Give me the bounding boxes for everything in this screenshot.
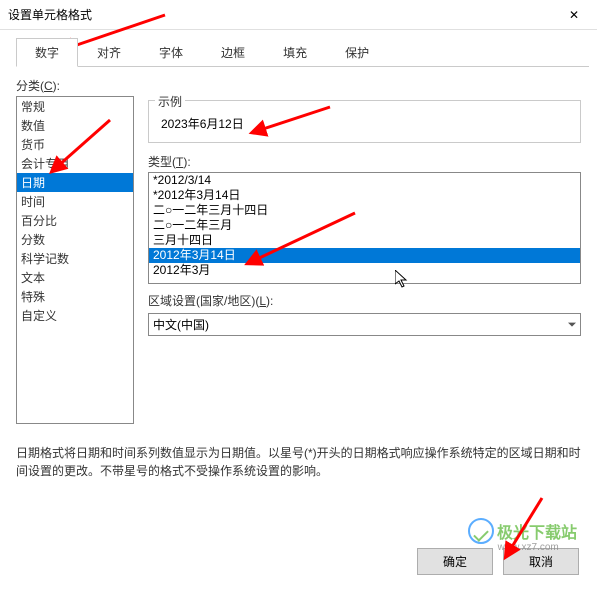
button-row: 确定 取消 bbox=[417, 548, 579, 575]
content-area: 分类(C): 常规 数值 货币 会计专用 日期 时间 百分比 分数 科学记数 文… bbox=[0, 67, 597, 430]
close-icon: ✕ bbox=[569, 8, 579, 22]
example-box: 示例 2023年6月12日 bbox=[148, 100, 581, 143]
type-item[interactable]: *2012/3/14 bbox=[149, 173, 580, 188]
watermark-logo-icon bbox=[468, 518, 494, 544]
tab-number[interactable]: 数字 bbox=[16, 38, 78, 67]
cat-item-text[interactable]: 文本 bbox=[17, 268, 133, 287]
example-value: 2023年6月12日 bbox=[161, 115, 568, 132]
cat-item-time[interactable]: 时间 bbox=[17, 192, 133, 211]
type-item[interactable]: 三月十四日 bbox=[149, 233, 580, 248]
cat-item-general[interactable]: 常规 bbox=[17, 97, 133, 116]
locale-value: 中文(中国) bbox=[148, 313, 581, 336]
tab-bar: 数字 对齐 字体 边框 填充 保护 bbox=[16, 38, 589, 67]
type-list[interactable]: *2012/3/14 *2012年3月14日 二○一二年三月十四日 二○一二年三… bbox=[148, 172, 581, 284]
tab-protect[interactable]: 保护 bbox=[326, 38, 388, 67]
tab-font[interactable]: 字体 bbox=[140, 38, 202, 67]
cat-item-number[interactable]: 数值 bbox=[17, 116, 133, 135]
type-item[interactable]: *2012年3月14日 bbox=[149, 188, 580, 203]
type-label: 类型(T): bbox=[148, 153, 581, 170]
locale-label: 区域设置(国家/地区)(L): bbox=[148, 292, 581, 309]
cat-item-special[interactable]: 特殊 bbox=[17, 287, 133, 306]
close-button[interactable]: ✕ bbox=[551, 0, 597, 30]
cat-item-currency[interactable]: 货币 bbox=[17, 135, 133, 154]
locale-select[interactable]: 中文(中国) bbox=[148, 313, 581, 336]
type-item[interactable]: 2012年3月 bbox=[149, 263, 580, 278]
cat-item-scientific[interactable]: 科学记数 bbox=[17, 249, 133, 268]
category-list[interactable]: 常规 数值 货币 会计专用 日期 时间 百分比 分数 科学记数 文本 特殊 自定… bbox=[16, 96, 134, 424]
type-item[interactable]: 二○一二年三月十四日 bbox=[149, 203, 580, 218]
example-label: 示例 bbox=[155, 93, 185, 110]
tab-fill[interactable]: 填充 bbox=[264, 38, 326, 67]
cancel-button[interactable]: 取消 bbox=[503, 548, 579, 575]
ok-button[interactable]: 确定 bbox=[417, 548, 493, 575]
type-item-selected[interactable]: 2012年3月14日 bbox=[149, 248, 580, 263]
window-title: 设置单元格格式 bbox=[8, 6, 551, 23]
cat-item-fraction[interactable]: 分数 bbox=[17, 230, 133, 249]
category-label: 分类(C): bbox=[16, 77, 581, 94]
description-text: 日期格式将日期和时间系列数值显示为日期值。以星号(*)开头的日期格式响应操作系统… bbox=[16, 444, 581, 480]
type-item[interactable]: 二○一二年三月 bbox=[149, 218, 580, 233]
tab-border[interactable]: 边框 bbox=[202, 38, 264, 67]
cat-item-accounting[interactable]: 会计专用 bbox=[17, 154, 133, 173]
watermark-text1: 极光下载站 bbox=[497, 525, 577, 542]
cat-item-date[interactable]: 日期 bbox=[17, 173, 133, 192]
cat-item-percent[interactable]: 百分比 bbox=[17, 211, 133, 230]
cat-item-custom[interactable]: 自定义 bbox=[17, 306, 133, 325]
titlebar: 设置单元格格式 ✕ bbox=[0, 0, 597, 30]
tab-align[interactable]: 对齐 bbox=[78, 38, 140, 67]
